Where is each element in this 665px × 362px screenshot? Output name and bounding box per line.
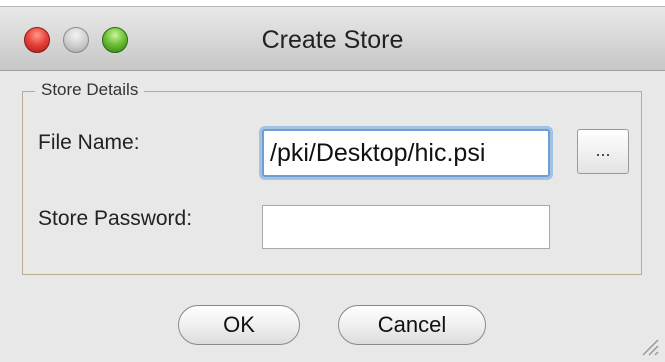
resize-grip-icon[interactable] bbox=[637, 334, 659, 356]
create-store-dialog: Create Store Store Details File Name: /p… bbox=[0, 6, 665, 362]
title-bar[interactable]: Create Store bbox=[0, 7, 665, 71]
ok-button[interactable]: OK bbox=[178, 305, 300, 345]
store-details-legend: Store Details bbox=[35, 80, 145, 100]
window-title: Create Store bbox=[261, 26, 404, 54]
file-name-label: File Name: bbox=[38, 131, 140, 154]
store-password-label: Store Password: bbox=[38, 207, 193, 230]
cancel-button[interactable]: Cancel bbox=[338, 305, 486, 345]
browse-button[interactable]: ... bbox=[577, 129, 629, 174]
file-name-field[interactable]: /pki/Desktop/hic.psi bbox=[262, 129, 550, 177]
store-password-field[interactable] bbox=[262, 205, 550, 249]
